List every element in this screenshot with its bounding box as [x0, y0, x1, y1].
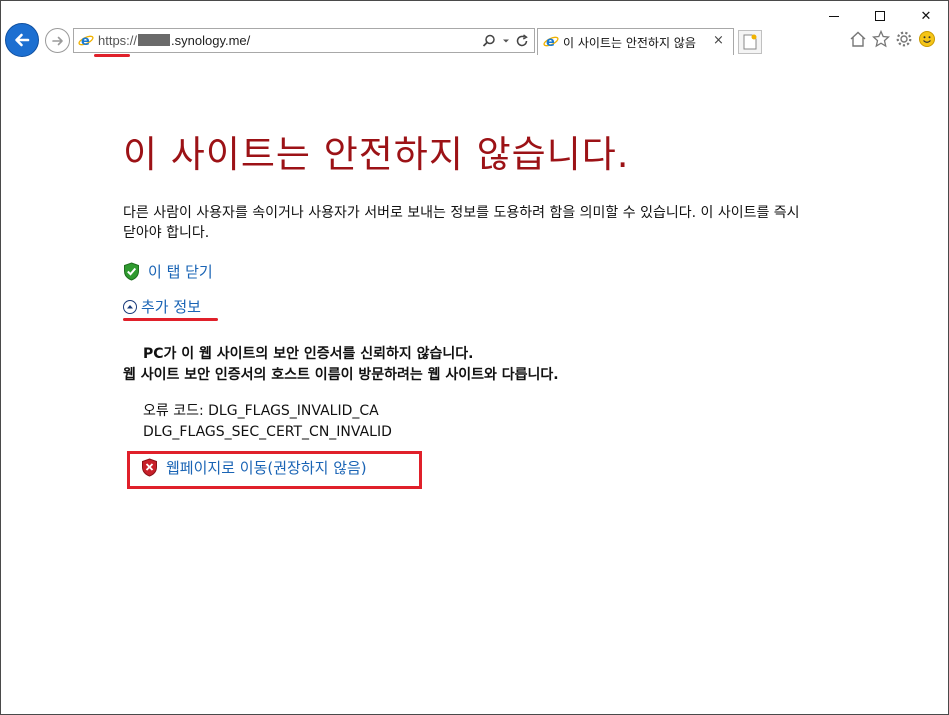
- proceed-link[interactable]: 웹페이지로 이동(권장하지 않음): [141, 457, 367, 478]
- tab-current[interactable]: e 이 사이트는 안전하지 않음 ×: [537, 28, 734, 55]
- refresh-icon: [516, 34, 528, 47]
- warning-page: 이 사이트는 안전하지 않습니다. 다른 사람이 사용자를 속이거나 사용자가 …: [123, 131, 823, 489]
- more-info-link[interactable]: 추가 정보: [123, 296, 201, 317]
- search-icon: [482, 34, 495, 47]
- command-icons: [849, 29, 936, 49]
- close-icon: ✕: [920, 8, 932, 24]
- url-host: .synology.me/: [171, 33, 251, 48]
- more-info-label: 추가 정보: [141, 298, 201, 316]
- arrow-right-icon: [51, 36, 63, 45]
- favorites-button[interactable]: [872, 29, 890, 49]
- close-tab-label: 이 탭 닫기: [148, 263, 213, 281]
- certificate-details: PC가 이 웹 사이트의 보안 인증서를 신뢰하지 않습니다. 웹 사이트 보안…: [123, 344, 559, 386]
- error-code-line-1: 오류 코드: DLG_FLAGS_INVALID_CA: [143, 403, 379, 419]
- tab-title: 이 사이트는 안전하지 않음: [563, 36, 696, 50]
- green-shield-check-icon: [124, 262, 139, 281]
- page-title: 이 사이트는 안전하지 않습니다.: [123, 133, 630, 176]
- ie-logo-icon: e: [78, 34, 94, 48]
- arrow-left-icon: [15, 33, 30, 47]
- minimize-button[interactable]: [811, 3, 857, 29]
- address-bar[interactable]: e https:// .synology.me/: [73, 28, 535, 57]
- close-window-button[interactable]: ✕: [903, 3, 949, 29]
- forward-button[interactable]: [45, 28, 70, 53]
- url-scheme: https://: [98, 33, 138, 48]
- url-text[interactable]: https:// .synology.me/: [98, 33, 250, 48]
- minimize-icon: [829, 15, 839, 17]
- gear-icon: [896, 31, 912, 47]
- back-button[interactable]: [5, 23, 39, 57]
- new-tab-icon: [743, 34, 757, 50]
- home-button[interactable]: [849, 29, 867, 49]
- tab-close-button[interactable]: ×: [713, 33, 724, 48]
- search-dropdown-button[interactable]: [498, 33, 514, 49]
- ie-logo-icon: e: [543, 35, 559, 49]
- error-code-line-2: DLG_FLAGS_SEC_CERT_CN_INVALID: [143, 424, 392, 440]
- error-code-block: 오류 코드: DLG_FLAGS_INVALID_CA DLG_FLAGS_SE…: [143, 401, 392, 443]
- search-button[interactable]: [481, 33, 497, 49]
- star-icon: [872, 30, 890, 48]
- proceed-label: 웹페이지로 이동(권장하지 않음): [166, 459, 367, 477]
- tools-button[interactable]: [895, 29, 913, 49]
- refresh-button[interactable]: [514, 33, 530, 49]
- url-redacted: [138, 34, 171, 46]
- url-highlight-underline: [94, 54, 130, 57]
- svg-text:e: e: [81, 34, 90, 48]
- browser-window: ✕ e https:// .synology.me/ e 이 사이트는 안전하지 …: [0, 0, 949, 715]
- more-info-highlight-underline: [123, 318, 218, 321]
- smiley-icon: [919, 31, 935, 47]
- close-tab-link[interactable]: 이 탭 닫기: [123, 261, 213, 282]
- maximize-icon: [875, 11, 885, 21]
- maximize-button[interactable]: [857, 3, 903, 29]
- home-icon: [850, 31, 866, 47]
- chevron-down-icon: [503, 39, 509, 43]
- svg-text:e: e: [546, 35, 555, 49]
- new-tab-button[interactable]: [738, 30, 762, 54]
- warning-description: 다른 사람이 사용자를 속이거나 사용자가 서버로 보내는 정보를 도용하려 함…: [123, 205, 800, 241]
- details-line-1: PC가 이 웹 사이트의 보안 인증서를 신뢰하지 않습니다.: [143, 346, 474, 362]
- red-shield-x-icon: [142, 458, 157, 477]
- feedback-button[interactable]: [918, 29, 936, 49]
- chevron-up-circle-icon: [123, 299, 137, 314]
- details-line-2: 웹 사이트 보안 인증서의 호스트 이름이 방문하려는 웹 사이트와 다릅니다.: [123, 367, 559, 383]
